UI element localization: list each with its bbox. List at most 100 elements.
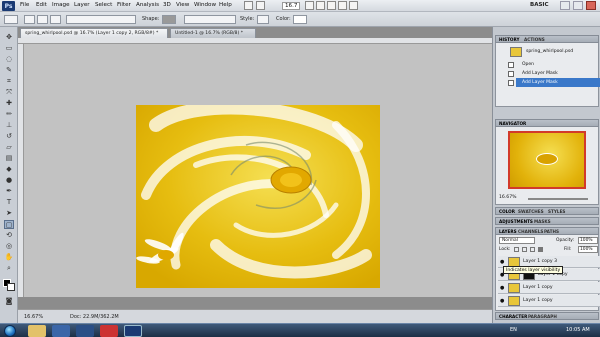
history-item[interactable]: Add Layer Mask xyxy=(516,69,600,78)
canvas-pasteboard[interactable] xyxy=(24,44,492,297)
tab-color[interactable]: COLOR xyxy=(499,209,515,214)
lock-all-icon[interactable] xyxy=(538,247,543,252)
menu-layer[interactable]: Layer xyxy=(74,2,90,8)
tool-preset-picker[interactable] xyxy=(4,15,18,24)
navigator-zoom-slider[interactable] xyxy=(528,198,588,200)
menu-view[interactable]: View xyxy=(176,2,189,8)
app-taskbar-icon[interactable] xyxy=(76,325,94,337)
blur-tool-icon[interactable]: ◆ xyxy=(4,165,14,174)
custom-shape-picker[interactable] xyxy=(162,15,176,24)
move-tool-icon[interactable]: ✥ xyxy=(4,33,14,42)
snapshot-label[interactable]: spring_whirlpool.psd xyxy=(526,49,573,54)
layer-row[interactable]: ● Layer 1 copy xyxy=(498,282,600,294)
minimize-button[interactable] xyxy=(560,1,570,10)
tab-layers[interactable]: LAYERS xyxy=(499,229,517,234)
menu-3d[interactable]: 3D xyxy=(163,2,171,8)
bridge-icon[interactable] xyxy=(244,1,253,10)
background-color-swatch[interactable] xyxy=(7,283,15,291)
healing-brush-tool-icon[interactable]: ✚ xyxy=(4,99,14,108)
eyedropper-tool-icon[interactable]: ⤧ xyxy=(4,88,14,97)
fill-pixels-mode[interactable] xyxy=(50,15,61,24)
eye-icon[interactable]: ● xyxy=(500,285,504,291)
menu-select[interactable]: Select xyxy=(95,2,112,8)
eye-icon[interactable]: ● xyxy=(500,298,504,304)
eraser-tool-icon[interactable]: ▱ xyxy=(4,143,14,152)
history-item-selected[interactable]: Add Layer Mask xyxy=(516,78,600,87)
layer-row[interactable]: ● Layer 1 copy xyxy=(498,295,600,307)
tab-adjustments[interactable]: ADJUSTMENTS xyxy=(499,219,533,224)
zoom-level[interactable]: 16.67% xyxy=(24,314,43,320)
menu-window[interactable]: Window xyxy=(194,2,216,8)
eye-icon[interactable]: ● xyxy=(500,259,504,265)
history-brush-tool-icon[interactable]: ↺ xyxy=(4,132,14,141)
lasso-tool-icon[interactable]: ◌ xyxy=(4,55,14,64)
path-operation-buttons[interactable] xyxy=(184,15,236,24)
shape-layers-mode[interactable] xyxy=(24,15,35,24)
layer-name[interactable]: Layer 1 copy xyxy=(523,285,553,290)
marquee-tool-icon[interactable]: ▭ xyxy=(4,44,14,53)
media-player-taskbar-icon[interactable] xyxy=(52,325,70,337)
zoom-icon[interactable] xyxy=(316,1,325,10)
document-size-info[interactable]: Doc: 22.9M/362.2M xyxy=(70,314,119,320)
path-selection-tool-icon[interactable]: ➤ xyxy=(4,209,14,218)
start-button-icon[interactable] xyxy=(4,325,16,337)
brush-tool-icon[interactable]: ✏ xyxy=(4,110,14,119)
workspace-switcher[interactable]: BASIC xyxy=(530,2,549,8)
menu-analysis[interactable]: Analysis xyxy=(136,2,159,8)
paths-mode[interactable] xyxy=(37,15,48,24)
fill-input[interactable]: 100% xyxy=(578,246,598,253)
explorer-taskbar-icon[interactable] xyxy=(28,325,46,337)
clone-stamp-tool-icon[interactable]: ⊥ xyxy=(4,121,14,130)
tab-paragraph[interactable]: PARAGRAPH xyxy=(528,314,557,319)
screen-mode-icon[interactable] xyxy=(349,1,358,10)
history-item[interactable]: Open xyxy=(516,60,600,69)
type-tool-icon[interactable]: T xyxy=(4,198,14,207)
menu-image[interactable]: Image xyxy=(52,2,70,8)
arrange-documents-icon[interactable] xyxy=(338,1,347,10)
tab-swatches[interactable]: SWATCHES xyxy=(518,209,544,214)
navigator-preview[interactable] xyxy=(508,131,586,189)
tab-masks[interactable]: MASKS xyxy=(534,219,551,224)
quick-select-tool-icon[interactable]: ✎ xyxy=(4,66,14,75)
lock-image-icon[interactable] xyxy=(522,247,527,252)
3d-orbit-tool-icon[interactable]: ◎ xyxy=(4,242,14,251)
hand-icon[interactable] xyxy=(305,1,314,10)
gradient-tool-icon[interactable]: ▤ xyxy=(4,154,14,163)
dodge-tool-icon[interactable]: ● xyxy=(4,176,14,185)
menu-file[interactable]: File xyxy=(20,2,29,8)
tab-paths[interactable]: PATHS xyxy=(544,229,559,234)
canvas-image[interactable] xyxy=(136,105,380,288)
document-tab-active[interactable]: spring_whirlpool.psd @ 16.7% (Layer 1 co… xyxy=(20,28,168,38)
quick-mask-icon[interactable]: ◙ xyxy=(4,297,14,306)
tab-navigator[interactable]: NAVIGATOR xyxy=(499,121,526,126)
pen-tool-icon[interactable]: ✒ xyxy=(4,187,14,196)
style-picker[interactable] xyxy=(257,15,269,24)
crop-tool-icon[interactable]: ⌗ xyxy=(4,77,14,86)
menu-filter[interactable]: Filter xyxy=(117,2,131,8)
layer-name[interactable]: Layer 1 copy 3 xyxy=(523,259,557,264)
tab-character[interactable]: CHARACTER xyxy=(499,314,527,319)
document-tab-untitled[interactable]: Untitled-1 @ 16.7% (RGB/8) * xyxy=(170,28,256,38)
custom-shape-tool-icon[interactable]: ▢ xyxy=(4,220,14,229)
tab-actions[interactable]: ACTIONS xyxy=(524,37,545,42)
blend-mode-select[interactable]: Normal xyxy=(499,237,535,244)
menu-help[interactable]: Help xyxy=(219,2,232,8)
color-swatch[interactable] xyxy=(293,15,307,24)
hand-tool-icon[interactable]: ✋ xyxy=(4,253,14,262)
snapshot-thumbnail[interactable] xyxy=(510,47,522,57)
maximize-button[interactable] xyxy=(573,1,583,10)
close-button[interactable] xyxy=(586,1,596,10)
clock[interactable]: 10:05 AM xyxy=(566,327,590,333)
input-language[interactable]: EN xyxy=(510,327,517,333)
menu-edit[interactable]: Edit xyxy=(36,2,47,8)
zoom-tool-icon[interactable]: ⌕ xyxy=(4,264,14,273)
lock-transparent-icon[interactable] xyxy=(514,247,519,252)
layer-name[interactable]: Layer 1 copy xyxy=(523,298,553,303)
photoshop-taskbar-icon[interactable] xyxy=(124,325,142,337)
browser-taskbar-icon[interactable] xyxy=(100,325,118,337)
shape-tool-picker[interactable] xyxy=(66,15,136,24)
opacity-input[interactable]: 100% xyxy=(578,237,598,244)
tab-styles[interactable]: STYLES xyxy=(548,209,565,214)
tab-channels[interactable]: CHANNELS xyxy=(518,229,543,234)
navigator-zoom[interactable]: 16.67% xyxy=(499,195,517,200)
